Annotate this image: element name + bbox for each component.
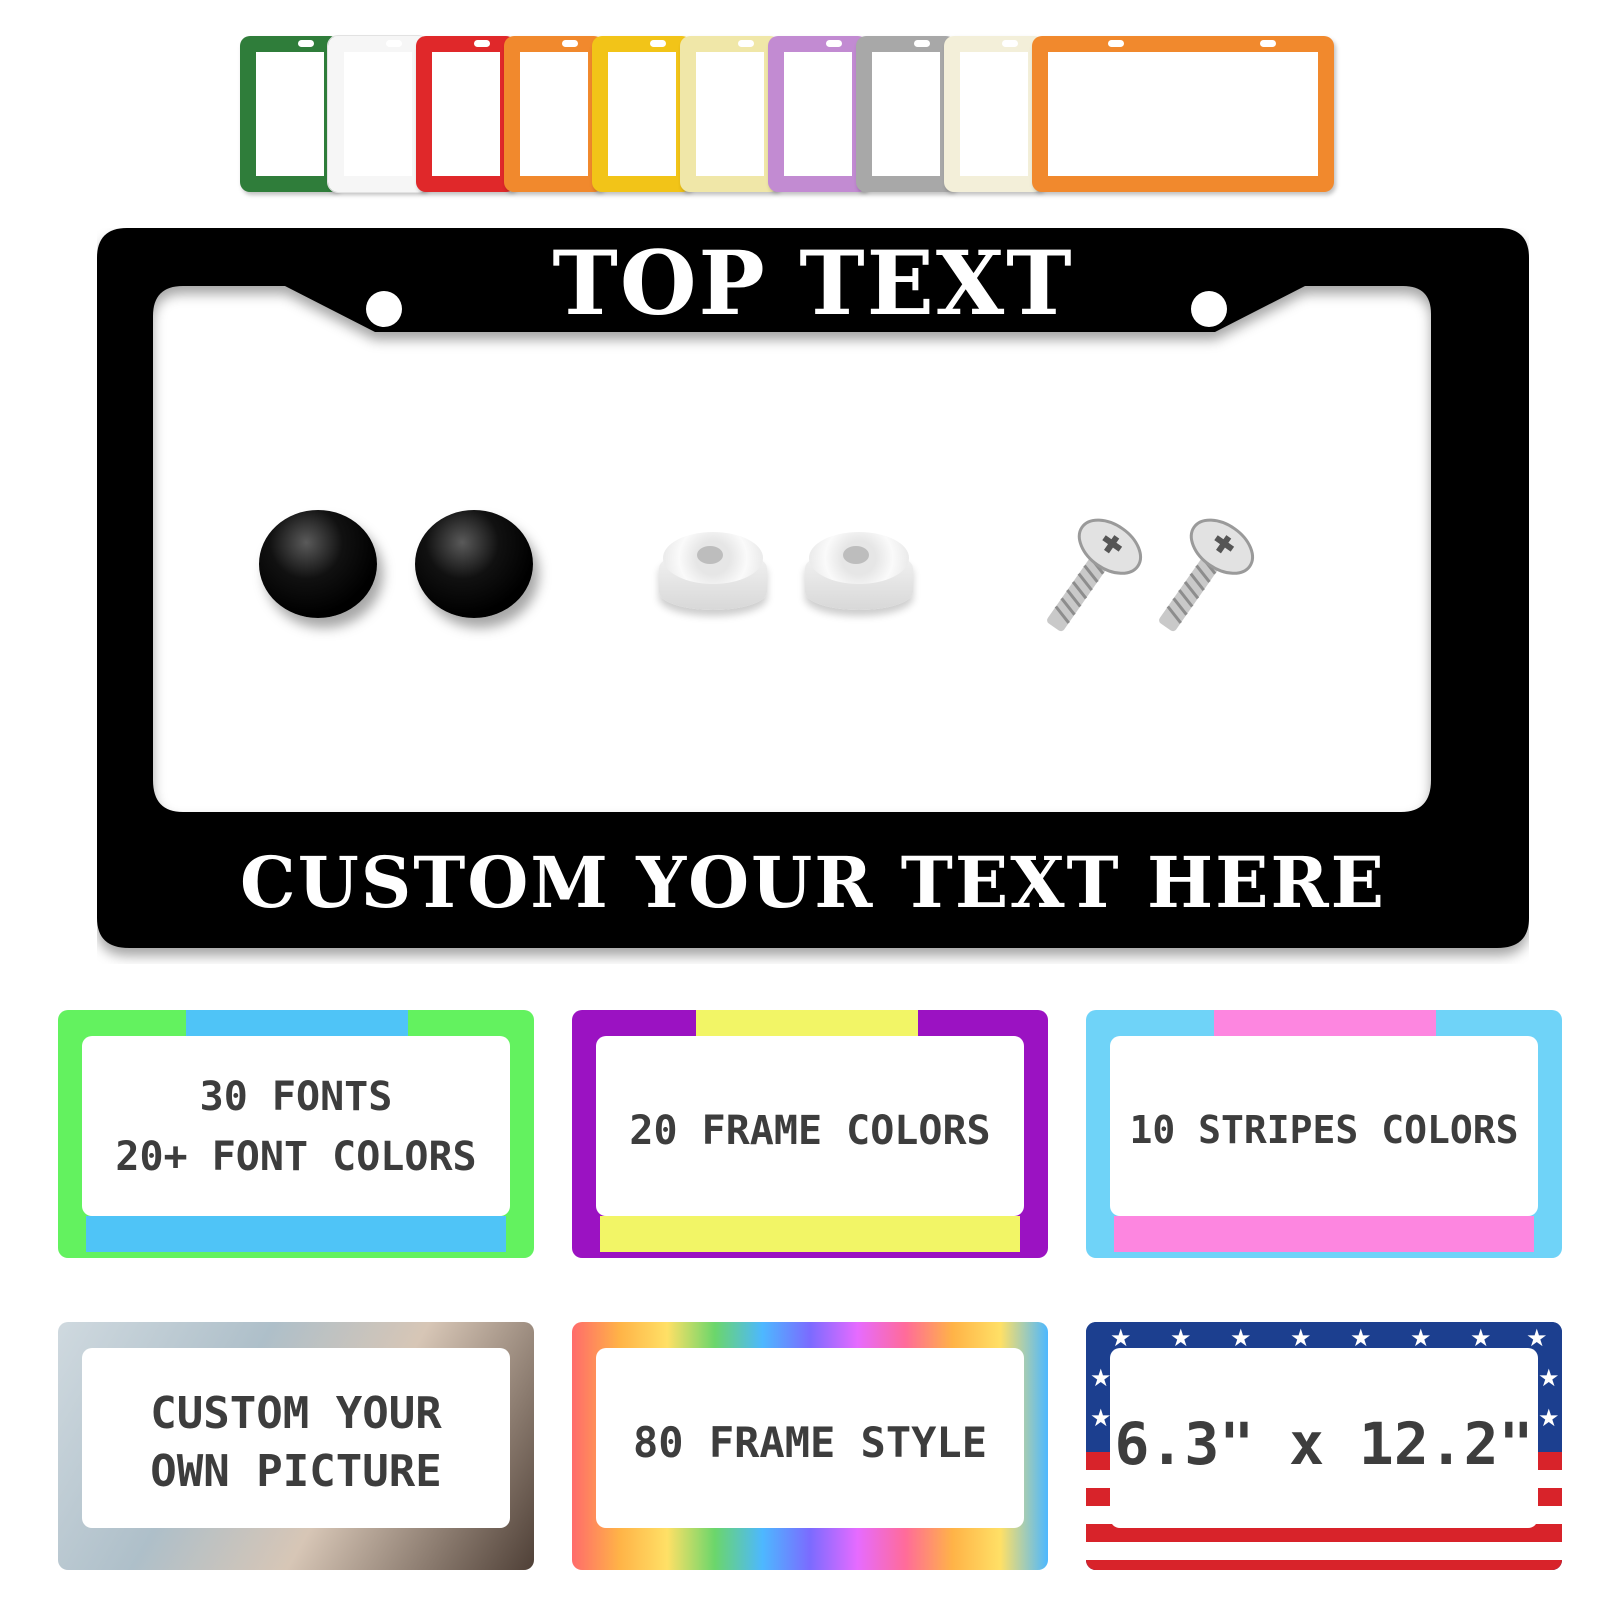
screw-cap-1 xyxy=(259,510,377,618)
washer-1 xyxy=(659,532,767,610)
card-label: 80 FRAME STYLE xyxy=(632,1418,987,1467)
frame-window xyxy=(82,1036,510,1216)
card-label: 20 FRAME COLORS xyxy=(629,1108,991,1154)
card-label: 10 STRIPES COLORS xyxy=(1129,1108,1519,1152)
color-swatch-frame xyxy=(680,36,780,192)
svg-text:★: ★ xyxy=(1090,1404,1112,1432)
color-swatch-frame xyxy=(504,36,604,192)
color-swatch-frame xyxy=(768,36,868,192)
screw-cap-2 xyxy=(415,510,533,618)
card-label-line-1: CUSTOM YOUR xyxy=(150,1388,442,1439)
card-custom-picture: CUSTOM YOUR OWN PICTURE xyxy=(58,1322,534,1570)
stripe-bottom xyxy=(86,1216,506,1252)
card-label-line-1: 30 FONTS xyxy=(199,1074,393,1120)
main-license-plate-frame: TOP TEXT CUSTOM YOUR TEXT HERE xyxy=(97,228,1529,964)
svg-text:★: ★ xyxy=(1090,1364,1112,1392)
color-swatch-frame xyxy=(944,36,1044,192)
stripe-bottom xyxy=(1114,1216,1534,1252)
washer-2 xyxy=(805,532,913,610)
color-swatch-frame xyxy=(856,36,956,192)
stripe-bottom xyxy=(600,1216,1020,1252)
svg-text:★: ★ xyxy=(1538,1364,1560,1392)
color-swatch-frame xyxy=(416,36,516,192)
card-frame-colors: 20 FRAME COLORS xyxy=(572,1010,1048,1258)
card-frame-style: 80 FRAME STYLE xyxy=(572,1322,1048,1570)
card-stripes-colors: 10 STRIPES COLORS xyxy=(1086,1010,1562,1258)
color-swatch-frame-orange xyxy=(1032,36,1334,192)
screw-1 xyxy=(1047,518,1142,632)
card-fonts: 30 FONTS 20+ FONT COLORS xyxy=(58,1010,534,1258)
card-label-line-2: OWN PICTURE xyxy=(150,1446,442,1497)
card-size: ★ ★ ★ ★ ★ ★ ★ ★ ★ ★ ★ ★ 6.3" x 12.2" xyxy=(1086,1322,1562,1570)
svg-text:★: ★ xyxy=(1538,1404,1560,1432)
color-swatch-frame xyxy=(327,35,429,193)
frame-top-text: TOP TEXT xyxy=(552,231,1074,335)
card-label-line-2: 20+ FONT COLORS xyxy=(115,1134,477,1180)
frame-bottom-text: CUSTOM YOUR TEXT HERE xyxy=(239,841,1386,924)
card-label: 6.3" x 12.2" xyxy=(1114,1410,1534,1478)
color-swatch-frame xyxy=(592,36,692,192)
frame-color-swatch-row xyxy=(240,35,1340,196)
color-swatch-frame xyxy=(240,36,340,192)
screw-2 xyxy=(1159,518,1254,632)
